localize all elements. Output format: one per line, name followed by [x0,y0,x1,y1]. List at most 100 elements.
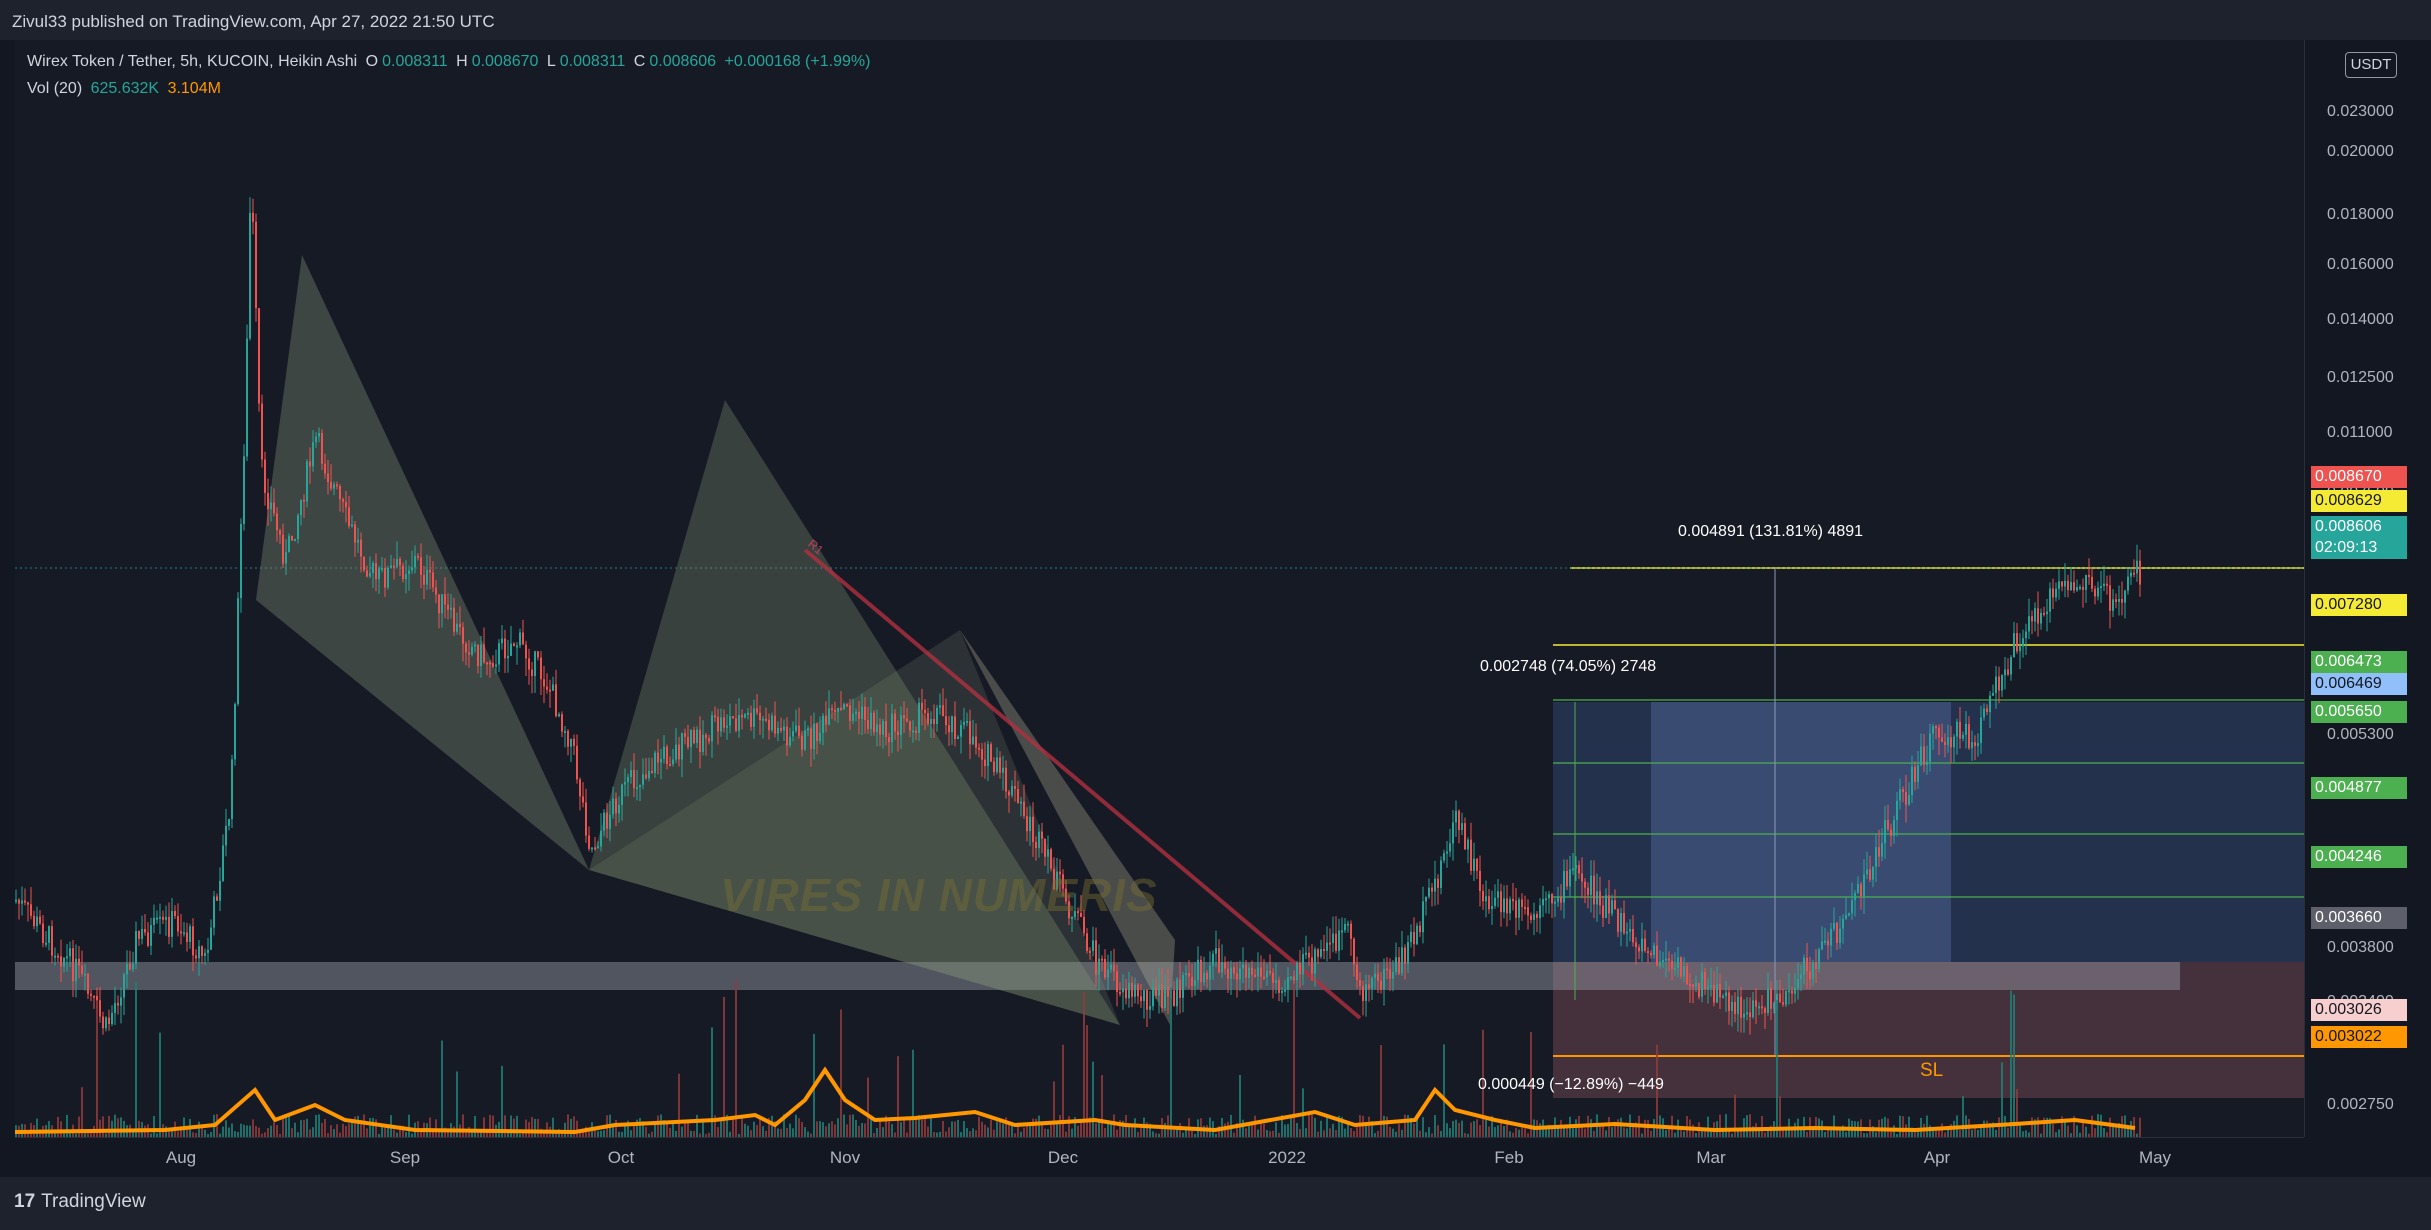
price-axis[interactable]: 0.023000 0.020000 0.018000 0.016000 0.014000… [2304,40,2431,1137]
volume-bar [1707,1116,1709,1137]
candle-body [492,663,494,667]
volume-bar [534,1118,536,1137]
candle-body [1608,895,1610,914]
candle-body [807,728,809,731]
candle-body [402,565,404,580]
currency-button[interactable]: USDT [2345,52,2397,78]
candle-body [1914,766,1916,782]
candle-body [1533,913,1535,920]
volume-bar [1476,1119,1478,1137]
pattern-triangle-1 [256,255,589,870]
candle-body [102,1016,104,1029]
candle-body [117,1002,119,1006]
candle-body [48,926,50,943]
candle-body [51,926,53,956]
candle-body [588,835,590,849]
volume-bar [825,1126,827,1137]
candle-body [414,555,416,568]
candle-body [1878,847,1880,857]
candle-body [1251,967,1253,975]
candle-body [1164,986,1166,1009]
candle-body [873,712,875,733]
candle-body [1002,767,1004,773]
candle-body [1212,953,1214,966]
volume-bar [294,1122,296,1137]
volume-bar [1350,1127,1352,1137]
candle-body [1923,746,1925,765]
candle-body [357,539,359,543]
candle-body [879,724,881,735]
candle-body [360,539,362,557]
candle-body [567,730,569,747]
candle-body [432,572,434,588]
symbol-legend[interactable]: Wirex Token / Tether, 5h, KUCOIN, Heikin… [27,53,874,71]
candle-body [618,804,620,814]
candle-body [24,900,26,903]
volume-bar [1920,1117,1922,1137]
volume-bar [831,1121,833,1137]
volume-bar [753,1121,755,1137]
volume-bar [1605,1130,1607,1137]
time-label: Nov [829,1148,861,1167]
candle-body [1818,949,1820,970]
volume-bar [1986,1120,1988,1137]
candle-body [1281,990,1283,993]
candle-body [1407,942,1409,964]
volume-legend[interactable]: Vol (20) 625.632K 3.104M [27,80,225,98]
chart-pane[interactable] [14,40,2304,1137]
watermark: VIRES IN NUMERIS [720,869,1158,921]
volume-bar [843,1114,845,1137]
volume-bar [120,1117,122,1137]
volume-bar [792,1128,794,1137]
candle-body [1764,1007,1766,1013]
tradingview-logo[interactable]: 17 TradingView [14,1191,146,1213]
price-chart[interactable] [14,40,2304,1137]
time-label: May [2138,1148,2172,1167]
volume-bar [1077,1125,1079,1137]
candle-body [2016,633,2018,652]
candle-body [1020,801,1022,804]
candle-body [633,770,635,789]
candle-body [705,734,707,739]
symbol-title[interactable]: Wirex Token / Tether, 5h, KUCOIN, Heikin… [27,53,357,70]
volume-bar [858,1125,860,1137]
candle-body [711,715,713,742]
candle-body [1629,928,1631,932]
candle-body [1230,967,1232,979]
volume-label[interactable]: Vol (20) [27,80,82,97]
candle-body [579,779,581,797]
volume-bar [1443,1044,1445,1137]
candle-body [1644,938,1646,951]
candle-body [699,729,701,752]
candle-body [1155,986,1157,996]
candle-body [1554,901,1556,904]
volume-bar [1386,1116,1388,1137]
candle-body [441,594,443,614]
candle-body [933,718,935,724]
volume-bar [66,1114,68,1137]
volume-bar [2127,1128,2129,1137]
volume-bar [963,1121,965,1137]
volume-bar [108,1115,110,1137]
candle-body [657,752,659,763]
candle-body [687,736,689,748]
candle-body [1353,938,1355,965]
volume-bar [1515,1127,1517,1137]
volume-bar [1287,1124,1289,1137]
candle-body [141,928,143,939]
candle-body [960,724,962,737]
candle-body [945,716,947,726]
volume-bar [1275,1122,1277,1137]
time-axis[interactable]: Aug Sep Oct Nov Dec 2022 Feb Mar Apr May [15,1137,2304,1178]
candle-body [1989,695,1991,712]
candle-body [2028,616,2030,632]
candle-body [1542,899,1544,906]
volume-bar [351,1121,353,1137]
price-tick-label: 0.023000 [2327,103,2394,120]
candle-body [111,1012,113,1025]
volume-bar [1299,1128,1301,1137]
candle-body [1569,869,1571,887]
candle-body [315,436,317,443]
candle-body [1857,884,1859,894]
candle-body [1437,878,1439,888]
